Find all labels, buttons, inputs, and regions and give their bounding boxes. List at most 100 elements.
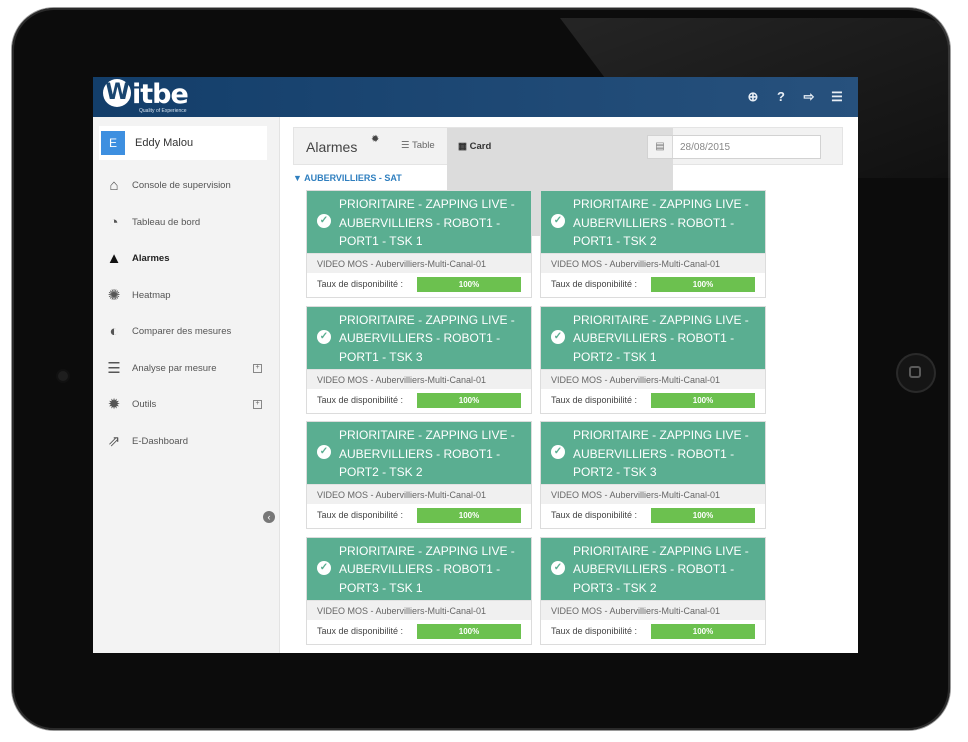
warning-icon: ▲ (106, 250, 122, 267)
availability-bar: 100% (651, 623, 755, 639)
card-subtitle: VIDEO MOS - Aubervilliers-Multi-Canal-01 (307, 368, 531, 389)
sidebar-item-heatmap[interactable]: ✺ Heatmap (93, 278, 279, 315)
sidebar-item-analyse-par-mesure[interactable]: ☰ Analyse par mesure + (93, 351, 279, 388)
sidebar-item-alarmes[interactable]: ▲ Alarmes (93, 241, 279, 278)
check-circle-icon: ✓ (551, 329, 565, 344)
availability-bar: 100% (417, 623, 521, 639)
card-title: PRIORITAIRE - ZAPPING LIVE - AUBERVILLIE… (573, 312, 749, 364)
card-title: PRIORITAIRE - ZAPPING LIVE - AUBERVILLIE… (573, 543, 749, 595)
availability-bar: 100% (651, 508, 755, 523)
availability-bar: 100% (651, 392, 755, 408)
sidebar-item-label: Comparer des mesures (132, 326, 232, 337)
availability-value: 100% (651, 392, 755, 408)
card-title: PRIORITAIRE - ZAPPING LIVE - AUBERVILLIE… (339, 197, 515, 248)
date-picker[interactable]: ▤ (647, 135, 826, 159)
availability-value: 100% (651, 623, 755, 639)
user-panel[interactable]: E Eddy Malou (99, 126, 267, 160)
check-circle-icon: ✓ (551, 214, 565, 228)
sidebar-item-tableau-de-bord[interactable]: ◔ Tableau de bord (93, 205, 279, 242)
expand-icon[interactable]: + (253, 363, 262, 373)
card-title: PRIORITAIRE - ZAPPING LIVE - AUBERVILLIE… (339, 312, 515, 364)
globe-icon[interactable]: ⊕ (746, 88, 760, 106)
help-icon[interactable]: ? (774, 88, 788, 106)
table-view-button[interactable]: ☰ Table (391, 128, 445, 164)
card-header: ✓ PRIORITAIRE - ZAPPING LIVE - AUBERVILLI… (541, 191, 765, 253)
availability-value: 100% (417, 277, 521, 292)
collapse-sidebar-icon[interactable]: ‹ (263, 511, 275, 523)
spinner-icon: ✺ (107, 286, 121, 304)
check-circle-icon: ✓ (317, 214, 331, 228)
availability-label: Taux de disponibilité : (317, 394, 404, 405)
table-icon: ☰ (401, 140, 412, 151)
sidebar-item-console-de-supervision[interactable]: ⌂ Console de supervision (93, 168, 279, 205)
availability-label: Taux de disponibilité : (551, 394, 638, 405)
settings-gear-icon[interactable]: ✹ (371, 134, 379, 145)
card-header: ✓ PRIORITAIRE - ZAPPING LIVE - AUBERVILLI… (307, 191, 531, 253)
logo-tagline: Quality of Experience (139, 108, 187, 114)
availability-bar: 100% (417, 392, 521, 408)
card-subtitle: VIDEO MOS - Aubervilliers-Multi-Canal-01 (541, 368, 765, 389)
sidebar-item-outils[interactable]: ✹ Outils + (93, 387, 279, 424)
grid-icon: ▦ (458, 141, 470, 152)
card-subtitle: VIDEO MOS - Aubervilliers-Multi-Canal-01 (307, 484, 531, 504)
menu-icon[interactable]: ☰ (830, 88, 844, 106)
date-input[interactable] (674, 136, 826, 158)
card-header: ✓ PRIORITAIRE - ZAPPING LIVE - AUBERVILLI… (541, 422, 765, 484)
availability-label: Taux de disponibilité : (551, 625, 638, 636)
home-square-icon (909, 366, 921, 378)
card-subtitle: VIDEO MOS - Aubervilliers-Multi-Canal-01 (307, 599, 531, 620)
check-circle-icon: ✓ (317, 445, 331, 459)
card-subtitle: VIDEO MOS - Aubervilliers-Multi-Canal-01 (541, 599, 765, 620)
alarm-card[interactable]: ✓ PRIORITAIRE - ZAPPING LIVE - AUBERVILLI… (540, 421, 766, 529)
logo-text: itbe (132, 79, 189, 110)
card-title: PRIORITAIRE - ZAPPING LIVE - AUBERVILLIE… (573, 197, 749, 248)
camera-icon (58, 371, 68, 381)
availability-value: 100% (651, 277, 755, 292)
availability-value: 100% (651, 508, 755, 523)
avatar: E (101, 131, 125, 155)
check-circle-icon: ✓ (551, 560, 565, 575)
check-circle-icon: ✓ (317, 329, 331, 344)
card-title: PRIORITAIRE - ZAPPING LIVE - AUBERVILLIE… (339, 543, 515, 595)
card-header: ✓ PRIORITAIRE - ZAPPING LIVE - AUBERVILLI… (307, 422, 531, 484)
alarm-card[interactable]: ✓ PRIORITAIRE - ZAPPING LIVE - AUBERVILLI… (540, 536, 766, 645)
app-screen: Witbe Quality of Experience ⊕ ? ⇨ ☰ E Ed… (93, 77, 858, 653)
alarm-card[interactable]: ✓ PRIORITAIRE - ZAPPING LIVE - AUBERVILLI… (306, 305, 532, 414)
sidebar-item-label: E-Dashboard (132, 435, 188, 447)
availability-label: Taux de disponibilité : (317, 279, 404, 289)
calendar-icon[interactable]: ▤ (648, 136, 673, 158)
page-title: Alarmes (306, 139, 358, 155)
sidebar-item-comparer-des-mesures[interactable]: ◐ Comparer des mesures (93, 314, 279, 351)
group-title[interactable]: ▼ AUBERVILLIERS - SAT (293, 173, 402, 183)
card-header: ✓ PRIORITAIRE - ZAPPING LIVE - AUBERVILLI… (541, 537, 765, 600)
expand-icon[interactable]: + (253, 400, 262, 409)
card-title: PRIORITAIRE - ZAPPING LIVE - AUBERVILLIE… (573, 428, 749, 479)
sidebar-nav: ⌂ Console de supervision ◔ Tableau de bord ▲… (93, 168, 279, 460)
header-icon-bar: ⊕ ? ⇨ ☰ (746, 88, 844, 106)
availability-label: Taux de disponibilité : (551, 279, 638, 289)
availability-label: Taux de disponibilité : (317, 510, 404, 520)
alarm-card[interactable]: ✓ PRIORITAIRE - ZAPPING LIVE - AUBERVILLI… (540, 190, 766, 298)
dashboard-icon: ◔ (109, 213, 119, 231)
external-link-icon: ⇗ (107, 432, 121, 450)
alarm-card[interactable]: ✓ PRIORITAIRE - ZAPPING LIVE - AUBERVILLI… (306, 190, 532, 298)
check-circle-icon: ✓ (317, 560, 331, 575)
main-content: Alarmes ✹ ☰ Table ▦ Card ▤ ▼ AUBERVILLIE… (280, 117, 858, 653)
sidebar-item-label: Outils (132, 399, 157, 410)
sidebar-item-label: Console de supervision (132, 180, 231, 191)
home-button[interactable] (896, 353, 936, 393)
availability-value: 100% (417, 508, 521, 523)
card-header: ✓ PRIORITAIRE - ZAPPING LIVE - AUBERVILLI… (307, 306, 531, 369)
card-subtitle: VIDEO MOS - Aubervilliers-Multi-Canal-01 (307, 253, 531, 273)
sidebar-item-e-dashboard[interactable]: ⇗ E-Dashboard (93, 424, 279, 461)
availability-bar: 100% (417, 277, 521, 292)
alarm-card[interactable]: ✓ PRIORITAIRE - ZAPPING LIVE - AUBERVILLI… (540, 305, 766, 414)
witbe-logo[interactable]: Witbe Quality of Experience (103, 79, 213, 114)
logout-icon[interactable]: ⇨ (802, 88, 816, 106)
alarm-card[interactable]: ✓ PRIORITAIRE - ZAPPING LIVE - AUBERVILLI… (306, 421, 532, 529)
alarm-card[interactable]: ✓ PRIORITAIRE - ZAPPING LIVE - AUBERVILLI… (306, 536, 532, 645)
home-icon: ⌂ (109, 177, 119, 194)
sidebar-item-label: Heatmap (132, 289, 171, 301)
sidebar-item-label: Analyse par mesure (132, 362, 217, 374)
list-icon: ☰ (107, 359, 121, 377)
